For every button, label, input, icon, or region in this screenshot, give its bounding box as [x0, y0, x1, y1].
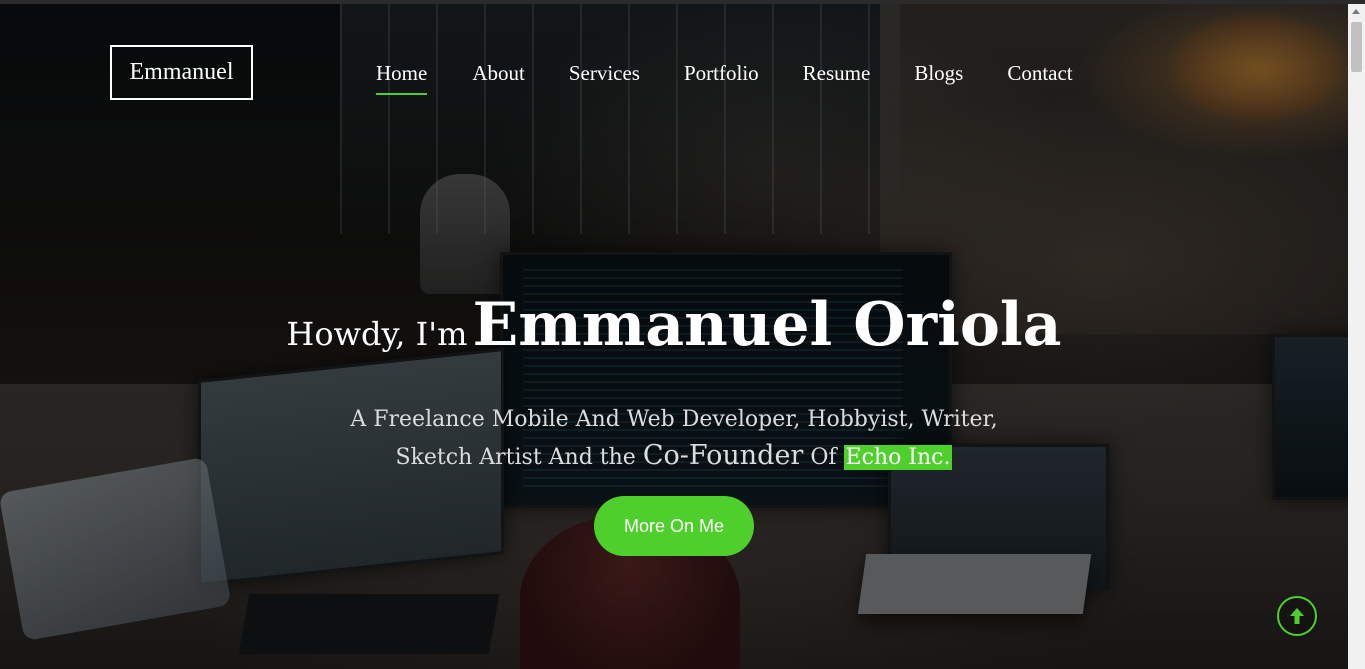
nav-portfolio[interactable]: Portfolio [684, 60, 759, 92]
subtitle-line-2: Sketch Artist And the Co-Founder Of Echo… [0, 438, 1348, 476]
subtitle-part-a: Sketch Artist And the [395, 445, 636, 470]
nav-about[interactable]: About [472, 60, 525, 92]
site-logo[interactable]: Emmanuel [110, 45, 253, 100]
subtitle-line-1: A Freelance Mobile And Web Developer, Ho… [350, 407, 998, 432]
nav-resume[interactable]: Resume [803, 60, 871, 92]
hero-headline: Howdy, I'm Emmanuel Oriola [0, 290, 1348, 360]
nav-blogs[interactable]: Blogs [914, 60, 963, 92]
subtitle-cofounder: Co-Founder [642, 440, 804, 471]
scroll-up-arrow-icon[interactable] [1352, 9, 1360, 14]
arrow-up-icon [1290, 608, 1304, 624]
page-scrollbar[interactable] [1348, 4, 1365, 669]
hero-subtitle: A Freelance Mobile And Web Developer, Ho… [0, 402, 1348, 476]
nav-home[interactable]: Home [376, 60, 428, 95]
subtitle-of: Of [810, 445, 837, 470]
hero-name: Emmanuel Oriola [472, 290, 1062, 360]
hero-greeting: Howdy, I'm [286, 315, 468, 353]
nav-services[interactable]: Services [569, 60, 640, 92]
scroll-thumb[interactable] [1351, 22, 1362, 72]
scroll-to-top-button[interactable] [1277, 596, 1317, 636]
main-nav: Home About Services Portfolio Resume Blo… [376, 60, 1073, 95]
subtitle-highlight-company: Echo Inc. [843, 445, 953, 470]
nav-contact[interactable]: Contact [1007, 60, 1072, 92]
more-on-me-button[interactable]: More On Me [594, 496, 754, 556]
